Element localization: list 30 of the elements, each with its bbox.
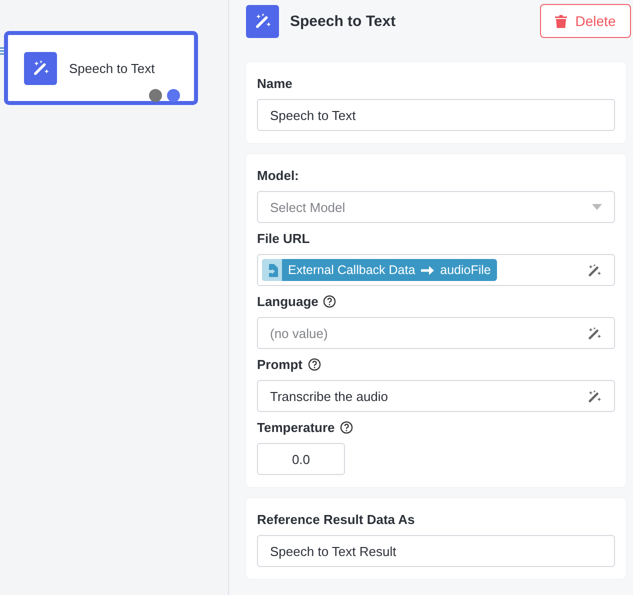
field-label: Name	[257, 76, 292, 91]
model-select[interactable]: Select Model	[257, 191, 615, 223]
number-field[interactable]: 0.0	[257, 443, 345, 475]
magic-wand-icon	[587, 388, 602, 404]
text-field[interactable]: (no value)	[257, 317, 615, 349]
field-label: Prompt	[257, 357, 302, 372]
file-icon	[266, 264, 278, 276]
help-icon[interactable]	[340, 421, 353, 434]
reference-tag: External Callback Data audioFile	[262, 259, 497, 281]
field-label: Language	[257, 294, 318, 309]
field-label: Temperature	[257, 420, 335, 435]
panel-title: Speech to Text	[290, 12, 397, 30]
text-field[interactable]: Speech to Text	[257, 99, 615, 131]
magic-wand-icon	[254, 12, 272, 30]
arrow-icon	[421, 266, 434, 274]
magic-wand-icon	[587, 326, 602, 340]
node-title: Speech to Text	[69, 60, 155, 76]
magic-wand-icon	[32, 59, 50, 77]
magic-wand-icon	[587, 262, 602, 278]
caret-icon	[592, 204, 602, 210]
field-label: Reference Result Data As	[257, 512, 415, 527]
text-field[interactable]: Transcribe the audio	[257, 380, 615, 412]
field-label: Model:	[257, 168, 299, 183]
field-label: File URL	[257, 231, 310, 246]
workflow-node[interactable]: Speech to Text	[4, 31, 198, 105]
text-field[interactable]: Speech to Text Result	[257, 535, 615, 567]
help-icon[interactable]	[308, 358, 320, 371]
connector-icon	[0, 46, 6, 56]
help-icon[interactable]	[323, 295, 336, 308]
trash-icon	[555, 14, 568, 28]
